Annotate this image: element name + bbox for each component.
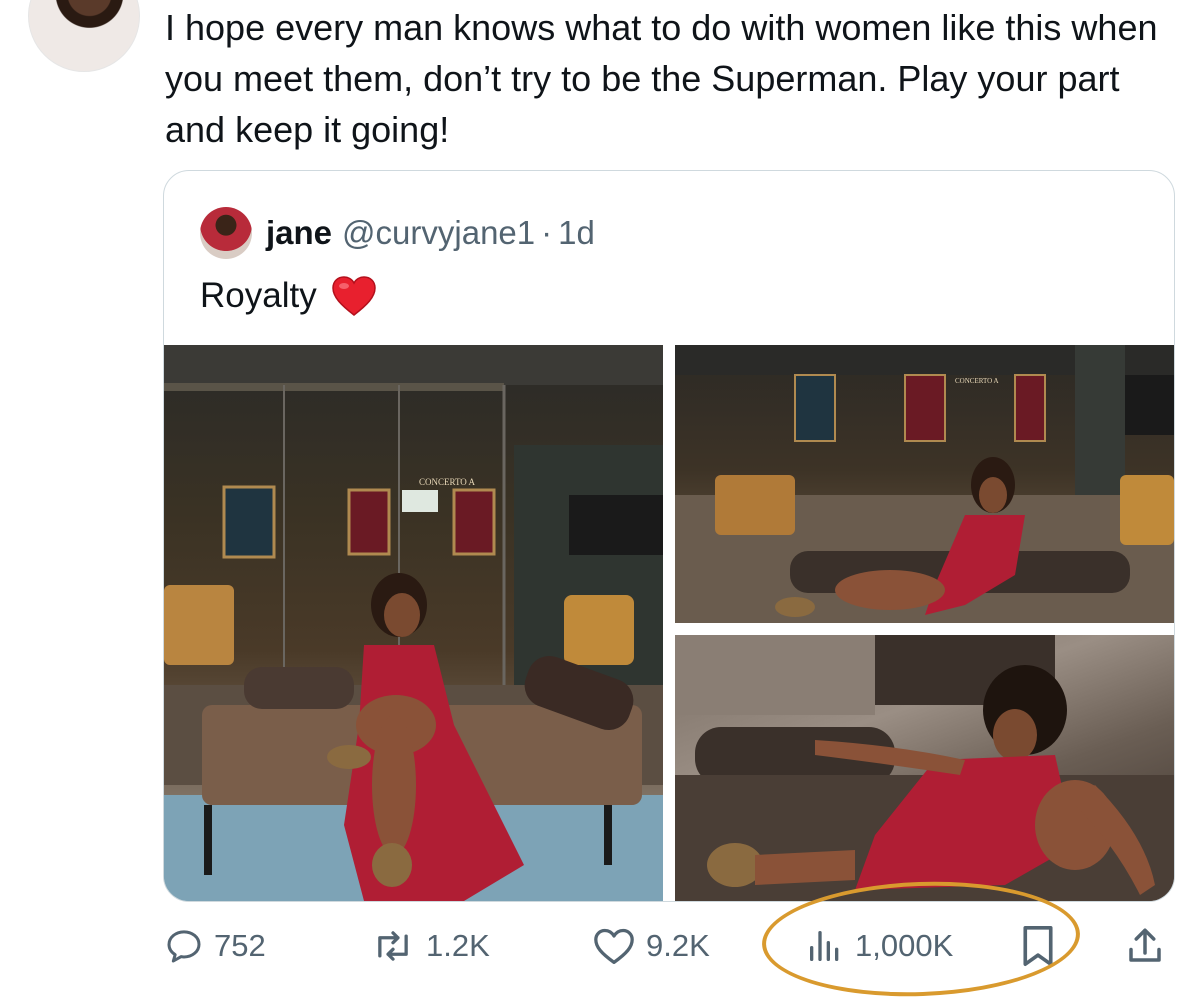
- quoted-tweet-card[interactable]: jane @curvyjane1 · 1d Royalty CONCERTO A…: [163, 170, 1175, 902]
- photo-2-scene: CONCERTO A: [675, 345, 1174, 623]
- photo-2[interactable]: CONCERTO A: [675, 345, 1174, 623]
- share-icon: [1129, 928, 1161, 962]
- quoted-tweet-text: Royalty: [200, 276, 317, 315]
- like-icon: [594, 928, 634, 964]
- quoted-author-name[interactable]: jane: [266, 214, 332, 252]
- reply-button[interactable]: 752: [164, 918, 266, 974]
- like-count: 9.2K: [646, 928, 710, 963]
- photo-1-sign: CONCERTO A: [419, 477, 476, 487]
- photo-3-scene: [675, 635, 1174, 901]
- separator-dot: ·: [541, 214, 553, 251]
- like-button[interactable]: 9.2K: [592, 918, 710, 974]
- repost-icon: [378, 931, 408, 961]
- photo-1[interactable]: CONCERTO A: [164, 345, 663, 901]
- repost-count: 1.2K: [426, 928, 490, 963]
- quoted-tweet-time[interactable]: 1d: [558, 214, 595, 252]
- share-button[interactable]: [1124, 918, 1176, 974]
- heart-emoji-icon: [331, 276, 376, 316]
- quoted-tweet-header: jane @curvyjane1 · 1d: [200, 205, 595, 261]
- repost-button[interactable]: 1.2K: [370, 918, 490, 974]
- reply-icon: [167, 930, 201, 963]
- photo-1-scene: CONCERTO A: [164, 345, 663, 901]
- author-avatar[interactable]: [28, 0, 140, 72]
- tweet-text: I hope every man knows what to do with w…: [165, 7, 1158, 150]
- quoted-author-avatar[interactable]: [200, 207, 252, 259]
- quoted-tweet-text-row: Royalty: [200, 275, 377, 317]
- reply-count: 752: [214, 928, 266, 963]
- photo-2-sign: CONCERTO A: [955, 377, 999, 385]
- quoted-author-handle[interactable]: @curvyjane1: [342, 214, 535, 252]
- photo-3[interactable]: [675, 635, 1174, 901]
